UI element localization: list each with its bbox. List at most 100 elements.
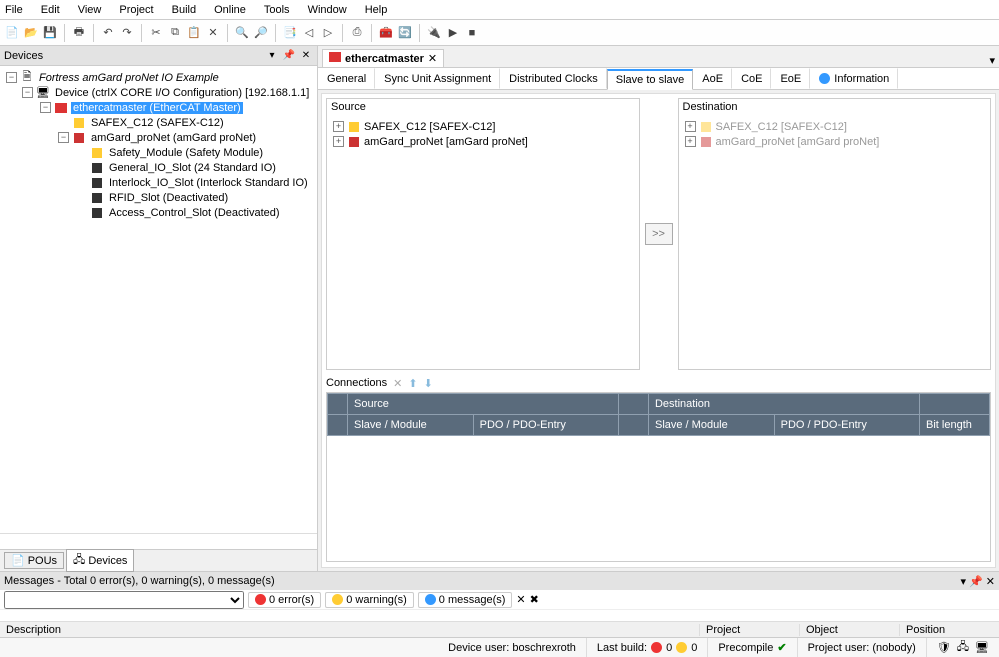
move-down-icon[interactable]: ⬇ bbox=[424, 377, 433, 390]
new-icon[interactable]: 📄 bbox=[4, 25, 20, 41]
find-replace-icon[interactable]: 🔎 bbox=[253, 25, 269, 41]
subtab-aoe[interactable]: AoE bbox=[693, 68, 732, 89]
tree-root[interactable]: − 🗎 Fortress amGard proNet IO Example bbox=[4, 70, 313, 85]
menu-project[interactable]: Project bbox=[119, 4, 153, 16]
start-icon[interactable]: ▶ bbox=[445, 25, 461, 41]
col-project[interactable]: Project bbox=[699, 624, 799, 636]
print-icon[interactable]: 🖶 bbox=[71, 25, 87, 41]
move-right-button[interactable]: >> bbox=[645, 223, 673, 245]
subtab-information[interactable]: Information bbox=[810, 68, 898, 89]
paste-icon[interactable]: 📋 bbox=[186, 25, 202, 41]
col-position[interactable]: Position bbox=[899, 624, 999, 636]
move-up-icon[interactable]: ⬆ bbox=[408, 377, 417, 390]
expander-icon[interactable]: − bbox=[58, 132, 69, 143]
tree-slot[interactable]: RFID_Slot (Deactivated) bbox=[4, 190, 313, 205]
delete-connection-icon[interactable]: ✕ bbox=[393, 377, 402, 390]
messages-filter-select[interactable] bbox=[4, 591, 244, 609]
expander-icon[interactable]: + bbox=[685, 136, 696, 147]
expander-icon[interactable]: + bbox=[333, 136, 344, 147]
copy-icon[interactable]: ⧉ bbox=[167, 25, 183, 41]
panel-close-icon[interactable]: ✕ bbox=[299, 49, 313, 63]
network-icon[interactable]: 🖧 bbox=[957, 638, 969, 657]
th-slave-module[interactable]: Slave / Module bbox=[348, 415, 474, 436]
bookmark-icon[interactable]: 📑 bbox=[282, 25, 298, 41]
col-object[interactable]: Object bbox=[799, 624, 899, 636]
messages-button[interactable]: 0 message(s) bbox=[418, 592, 513, 608]
menu-online[interactable]: Online bbox=[214, 4, 246, 16]
scrollbar-horizontal[interactable] bbox=[0, 533, 317, 549]
th-pdo-entry-2[interactable]: PDO / PDO-Entry bbox=[774, 415, 919, 436]
build-icon[interactable]: 🧰 bbox=[378, 25, 394, 41]
cut-icon[interactable]: ✂ bbox=[148, 25, 164, 41]
th-pdo-entry[interactable]: PDO / PDO-Entry bbox=[473, 415, 618, 436]
bookmark-prev-icon[interactable]: ◁ bbox=[301, 25, 317, 41]
editor-subtabs: General Sync Unit Assignment Distributed… bbox=[318, 68, 999, 90]
clear-all-icon[interactable]: ✖ bbox=[530, 593, 539, 606]
subtab-dc[interactable]: Distributed Clocks bbox=[500, 68, 607, 89]
login-icon[interactable]: 🔌 bbox=[426, 25, 442, 41]
save-icon[interactable]: 💾 bbox=[42, 25, 58, 41]
subtab-slave-to-slave[interactable]: Slave to slave bbox=[607, 69, 693, 90]
expander-icon[interactable]: − bbox=[22, 87, 33, 98]
subtab-coe[interactable]: CoE bbox=[732, 68, 771, 89]
col-description[interactable]: Description bbox=[0, 624, 699, 636]
tree-slot[interactable]: General_IO_Slot (24 Standard IO) bbox=[4, 160, 313, 175]
clear-icon[interactable]: ✕ bbox=[516, 593, 525, 606]
undo-icon[interactable]: ↶ bbox=[100, 25, 116, 41]
subtab-sync-unit[interactable]: Sync Unit Assignment bbox=[375, 68, 500, 89]
subtab-general[interactable]: General bbox=[318, 68, 375, 89]
tree-safex[interactable]: SAFEX_C12 (SAFEX-C12) bbox=[4, 115, 313, 130]
find-icon[interactable]: 🔍 bbox=[234, 25, 250, 41]
tree-amgard[interactable]: − amGard_proNet (amGard proNet) bbox=[4, 130, 313, 145]
tree-slot[interactable]: Access_Control_Slot (Deactivated) bbox=[4, 205, 313, 220]
expander-icon[interactable]: + bbox=[333, 121, 344, 132]
destination-list[interactable]: + SAFEX_C12 [SAFEX-C12] + amGard_proNet … bbox=[679, 117, 991, 369]
connections-table[interactable]: Source Destination Slave / Module PDO / … bbox=[326, 392, 991, 562]
bottom-tab-devices[interactable]: 🖧 Devices bbox=[66, 549, 134, 572]
menu-tools[interactable]: Tools bbox=[264, 4, 290, 16]
subtab-eoe[interactable]: EoE bbox=[771, 68, 810, 89]
monitor-icon[interactable]: 🖥 bbox=[975, 641, 989, 654]
warnings-button[interactable]: 0 warning(s) bbox=[325, 592, 414, 608]
open-icon[interactable]: 📂 bbox=[23, 25, 39, 41]
stop-icon[interactable]: ■ bbox=[464, 25, 480, 41]
th-slave-module-2[interactable]: Slave / Module bbox=[648, 415, 774, 436]
panel-dropdown-icon[interactable]: ▾ bbox=[265, 49, 279, 63]
tree-device[interactable]: − 🖥 Device (ctrlX CORE I/O Configuration… bbox=[4, 85, 313, 100]
src-item[interactable]: + amGard_proNet [amGard proNet] bbox=[329, 134, 637, 149]
panel-pin-icon[interactable]: 📌 bbox=[969, 575, 983, 588]
delete-icon[interactable]: ✕ bbox=[205, 25, 221, 41]
menu-window[interactable]: Window bbox=[308, 4, 347, 16]
panel-dropdown-icon[interactable]: ▾ bbox=[961, 575, 967, 588]
expander-icon[interactable]: + bbox=[685, 121, 696, 132]
errors-button[interactable]: 0 error(s) bbox=[248, 592, 321, 608]
editor-tab-ethercatmaster[interactable]: ethercatmaster ✕ bbox=[322, 49, 444, 67]
tree-slot[interactable]: Safety_Module (Safety Module) bbox=[4, 145, 313, 160]
rebuild-icon[interactable]: 🔄 bbox=[397, 25, 413, 41]
menu-file[interactable]: File bbox=[5, 4, 23, 16]
dst-item[interactable]: + SAFEX_C12 [SAFEX-C12] bbox=[681, 119, 989, 134]
devices-tree[interactable]: − 🗎 Fortress amGard proNet IO Example − … bbox=[0, 66, 317, 533]
tree-slot[interactable]: Interlock_IO_Slot (Interlock Standard IO… bbox=[4, 175, 313, 190]
expander-icon[interactable]: − bbox=[6, 72, 17, 83]
close-icon[interactable]: ✕ bbox=[428, 52, 437, 65]
menu-build[interactable]: Build bbox=[172, 4, 196, 16]
panel-pin-icon[interactable]: 📌 bbox=[282, 49, 296, 63]
menu-help[interactable]: Help bbox=[365, 4, 388, 16]
th-bit-length[interactable]: Bit length bbox=[920, 415, 990, 436]
misc-icon-1[interactable]: ⎙ bbox=[349, 25, 365, 41]
bookmark-next-icon[interactable]: ▷ bbox=[320, 25, 336, 41]
redo-icon[interactable]: ↷ bbox=[119, 25, 135, 41]
shield-icon[interactable]: 🛡 bbox=[937, 641, 951, 654]
source-list[interactable]: + SAFEX_C12 [SAFEX-C12] + amGard_proNet … bbox=[327, 117, 639, 369]
menu-edit[interactable]: Edit bbox=[41, 4, 60, 16]
panel-close-icon[interactable]: ✕ bbox=[986, 575, 995, 588]
bottom-tab-pous[interactable]: 📄 POUs bbox=[4, 552, 64, 569]
ethercat-icon bbox=[53, 102, 69, 114]
menu-view[interactable]: View bbox=[78, 4, 102, 16]
editor-dropdown-icon[interactable]: ▾ bbox=[989, 54, 995, 67]
src-item[interactable]: + SAFEX_C12 [SAFEX-C12] bbox=[329, 119, 637, 134]
expander-icon[interactable]: − bbox=[40, 102, 51, 113]
dst-item[interactable]: + amGard_proNet [amGard proNet] bbox=[681, 134, 989, 149]
tree-ethercatmaster[interactable]: − ethercatmaster (EtherCAT Master) bbox=[4, 100, 313, 115]
